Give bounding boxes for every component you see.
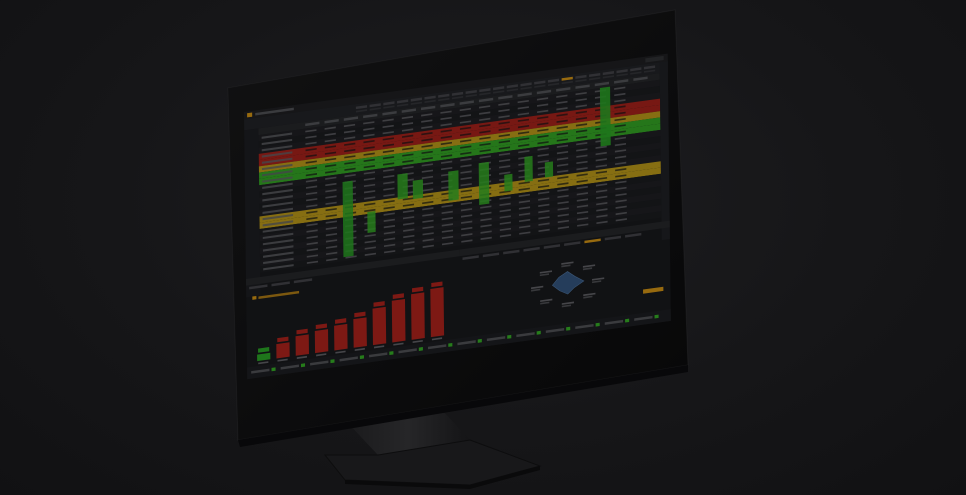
scene (227, 9, 689, 489)
screen-dim-overlay (228, 10, 688, 440)
